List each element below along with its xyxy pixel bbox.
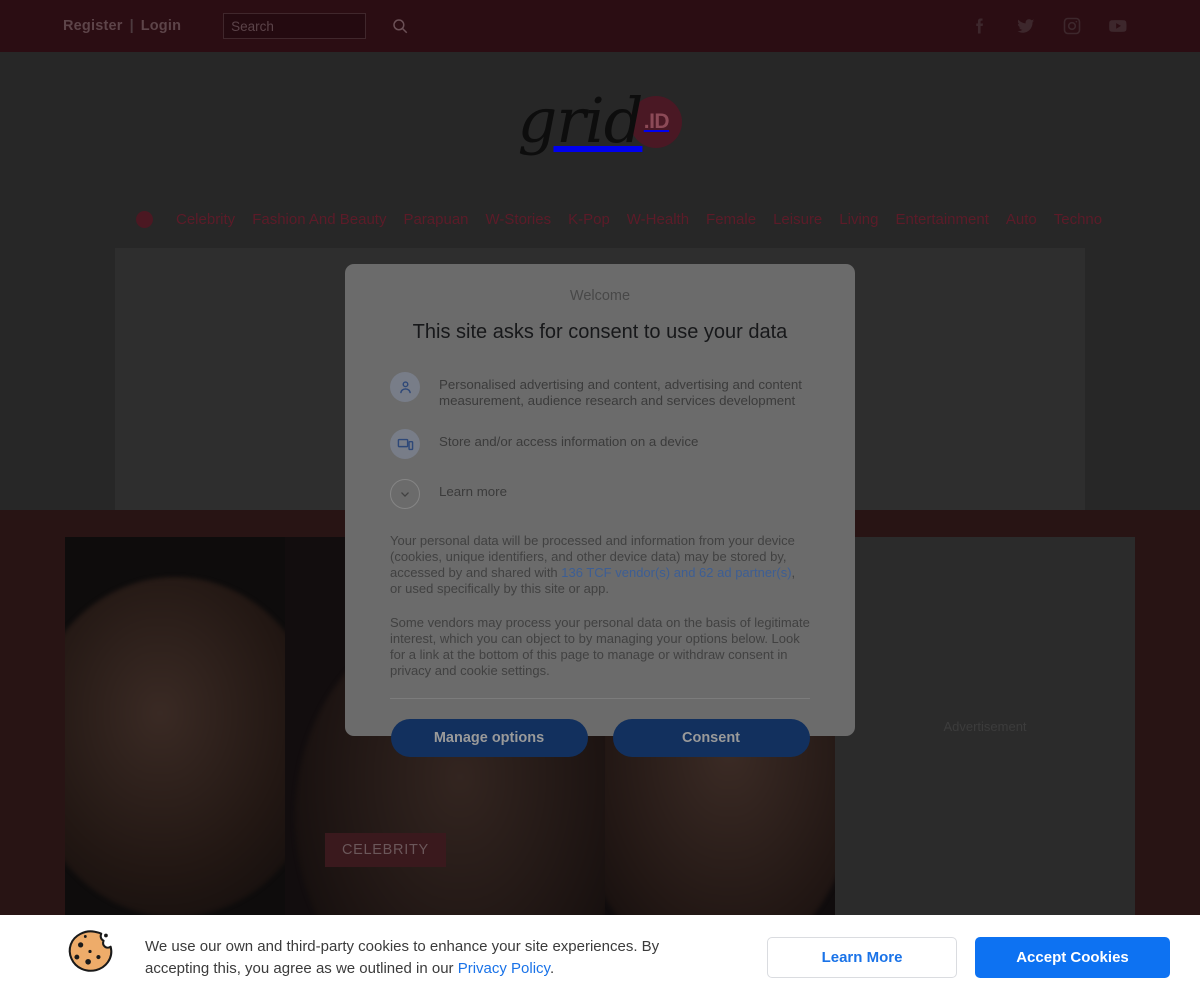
cookie-text-before: We use our own and third-party cookies t… [145,937,660,977]
consent-learn-more-label: Learn more [439,484,507,499]
consent-purpose-text-1: Personalised advertising and content, ad… [439,377,802,408]
search-input[interactable] [223,13,367,39]
consent-purpose-text-2: Store and/or access information on a dev… [439,434,699,449]
sidebar-advertisement-slot: Advertisement [835,537,1135,915]
nav-item-leisure[interactable]: Leisure [773,211,822,228]
home-circle-icon[interactable] [136,210,153,228]
devices-icon [390,429,420,459]
site-logo[interactable]: grid .ID [517,83,683,159]
main-navigation: Celebrity Fashion And Beauty Parapuan W-… [0,200,1200,238]
consent-title: This site asks for consent to use your d… [412,321,788,343]
hero-category-badge[interactable]: CELEBRITY [325,833,446,867]
cookie-banner-text: We use our own and third-party cookies t… [145,936,705,980]
cookie-text-after: . [549,959,555,977]
nav-item-female[interactable]: Female [706,211,756,228]
chevron-down-glyph [401,492,409,497]
portrait-shape [65,577,285,915]
consent-paragraph-1: Your personal data will be processed and… [390,533,810,597]
chevron-down-icon[interactable] [390,479,420,509]
cookie-icon [68,929,113,972]
nav-item-auto[interactable]: Auto [1006,211,1037,228]
consent-learn-more-row[interactable]: Learn more [390,479,810,509]
accept-cookies-button[interactable]: Accept Cookies [975,937,1170,978]
nav-item-k-pop[interactable]: K-Pop [568,211,610,228]
cookie-banner-buttons: Learn More Accept Cookies [767,937,1170,978]
top-bar: Register | Login [0,0,1200,52]
vendors-link[interactable]: 136 TCF vendor(s) and 62 ad partner(s) [561,565,791,580]
top-bar-left: Register | Login [0,13,409,39]
consent-paragraph-2: Some vendors may process your personal d… [390,615,810,678]
social-links [970,16,1200,36]
person-icon [390,372,420,402]
facebook-glyph [976,18,983,34]
learn-more-button[interactable]: Learn More [767,937,957,978]
consent-purpose-row-1: Personalised advertising and content, ad… [390,372,810,409]
nav-item-fashion-and-beauty[interactable]: Fashion And Beauty [252,211,386,228]
consent-purpose-row-2: Store and/or access information on a dev… [390,429,810,459]
devices-glyph [397,438,413,450]
register-link[interactable]: Register [63,18,123,34]
facebook-icon[interactable] [970,16,990,36]
site-logo-area: grid .ID [0,52,1200,192]
nav-item-entertainment[interactable]: Entertainment [895,211,988,228]
cookie-consent-banner: We use our own and third-party cookies t… [0,915,1200,1000]
privacy-policy-link[interactable]: Privacy Policy [458,960,550,977]
search-container [223,13,409,39]
consent-button-group: Manage options Consent [390,719,810,757]
nav-item-living[interactable]: Living [839,211,878,228]
instagram-icon[interactable] [1062,16,1082,36]
nav-item-parapuan[interactable]: Parapuan [403,211,468,228]
instagram-glyph [1063,17,1081,35]
login-link[interactable]: Login [141,18,181,34]
hero-image-1[interactable] [65,537,285,915]
nav-item-w-stories[interactable]: W-Stories [486,211,552,228]
twitter-glyph [1017,19,1035,33]
search-icon [393,19,408,34]
search-submit-button[interactable] [391,17,409,35]
nav-item-techno[interactable]: Techno [1054,211,1102,228]
logo-domain-text: .ID [643,110,670,133]
consent-dialog: Welcome This site asks for consent to us… [345,264,855,757]
consent-accept-button[interactable]: Consent [612,719,810,757]
person-glyph [399,380,411,393]
advertisement-label: Advertisement [943,718,1027,734]
manage-options-button[interactable]: Manage options [390,719,588,757]
youtube-glyph [1109,20,1127,32]
youtube-icon[interactable] [1108,16,1128,36]
auth-separator: | [129,18,134,34]
consent-divider [390,698,810,699]
nav-item-celebrity[interactable]: Celebrity [176,211,235,228]
logo-wordmark: grid [517,83,644,157]
twitter-icon[interactable] [1016,16,1036,36]
nav-item-w-health[interactable]: W-Health [627,211,689,228]
consent-welcome-text: Welcome [569,288,631,304]
